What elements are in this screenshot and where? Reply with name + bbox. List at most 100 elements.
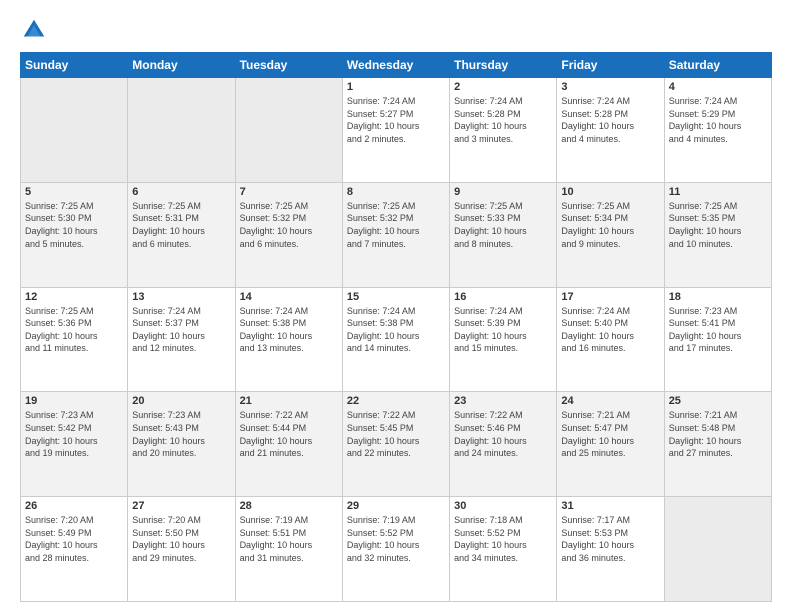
day-number: 19 bbox=[25, 395, 123, 407]
calendar-cell: 6Sunrise: 7:25 AM Sunset: 5:31 PM Daylig… bbox=[128, 182, 235, 287]
calendar-cell: 5 Sunrise: 7:25 AM Sunset: 5:30 PM Daylig… bbox=[21, 182, 128, 287]
day-number: 6 bbox=[132, 186, 230, 198]
day-info: Sunrise: 7:24 AM Sunset: 5:38 PM Dayligh… bbox=[347, 305, 445, 355]
calendar-cell: 17Sunrise: 7:24 AM Sunset: 5:40 PM Dayli… bbox=[557, 287, 664, 392]
calendar-cell: 25 Sunrise: 7:21 AM Sunset: 5:48 PM Dayli… bbox=[664, 392, 771, 497]
calendar-cell: 20 Sunrise: 7:23 AM Sunset: 5:43 PM Dayli… bbox=[128, 392, 235, 497]
day-number: 5 bbox=[25, 186, 123, 198]
calendar-cell bbox=[664, 497, 771, 602]
day-number: 28 bbox=[240, 500, 338, 512]
calendar-cell bbox=[235, 78, 342, 183]
header-day: Friday bbox=[557, 53, 664, 78]
calendar-week: 1Sunrise: 7:24 AM Sunset: 5:27 PM Daylig… bbox=[21, 78, 772, 183]
header-day: Monday bbox=[128, 53, 235, 78]
calendar-cell: 12Sunrise: 7:25 AM Sunset: 5:36 PM Dayli… bbox=[21, 287, 128, 392]
calendar-cell: 16 Sunrise: 7:24 AM Sunset: 5:39 PM Dayli… bbox=[450, 287, 557, 392]
calendar-week: 19 Sunrise: 7:23 AM Sunset: 5:42 PM Dayli… bbox=[21, 392, 772, 497]
calendar-cell: 1Sunrise: 7:24 AM Sunset: 5:27 PM Daylig… bbox=[342, 78, 449, 183]
calendar-cell: 29Sunrise: 7:19 AM Sunset: 5:52 PM Dayli… bbox=[342, 497, 449, 602]
calendar-body: 1Sunrise: 7:24 AM Sunset: 5:27 PM Daylig… bbox=[21, 78, 772, 602]
logo bbox=[20, 16, 52, 44]
day-number: 10 bbox=[561, 186, 659, 198]
day-info: Sunrise: 7:23 AM Sunset: 5:43 PM Dayligh… bbox=[132, 409, 230, 459]
header-day: Sunday bbox=[21, 53, 128, 78]
day-number: 31 bbox=[561, 500, 659, 512]
logo-icon bbox=[20, 16, 48, 44]
day-info: Sunrise: 7:21 AM Sunset: 5:48 PM Dayligh… bbox=[669, 409, 767, 459]
day-info: Sunrise: 7:24 AM Sunset: 5:38 PM Dayligh… bbox=[240, 305, 338, 355]
day-number: 26 bbox=[25, 500, 123, 512]
day-number: 25 bbox=[669, 395, 767, 407]
day-number: 13 bbox=[132, 291, 230, 303]
calendar: SundayMondayTuesdayWednesdayThursdayFrid… bbox=[20, 52, 772, 602]
day-info: Sunrise: 7:25 AM Sunset: 5:32 PM Dayligh… bbox=[347, 200, 445, 250]
day-number: 8 bbox=[347, 186, 445, 198]
header-day: Wednesday bbox=[342, 53, 449, 78]
calendar-cell: 11Sunrise: 7:25 AM Sunset: 5:35 PM Dayli… bbox=[664, 182, 771, 287]
calendar-cell: 26 Sunrise: 7:20 AM Sunset: 5:49 PM Dayli… bbox=[21, 497, 128, 602]
calendar-cell: 8 Sunrise: 7:25 AM Sunset: 5:32 PM Daylig… bbox=[342, 182, 449, 287]
day-number: 9 bbox=[454, 186, 552, 198]
day-number: 14 bbox=[240, 291, 338, 303]
day-info: Sunrise: 7:24 AM Sunset: 5:29 PM Dayligh… bbox=[669, 95, 767, 145]
day-info: Sunrise: 7:24 AM Sunset: 5:28 PM Dayligh… bbox=[454, 95, 552, 145]
header-day: Tuesday bbox=[235, 53, 342, 78]
calendar-cell: 7 Sunrise: 7:25 AM Sunset: 5:32 PM Daylig… bbox=[235, 182, 342, 287]
calendar-cell: 2 Sunrise: 7:24 AM Sunset: 5:28 PM Daylig… bbox=[450, 78, 557, 183]
calendar-cell: 21 Sunrise: 7:22 AM Sunset: 5:44 PM Dayli… bbox=[235, 392, 342, 497]
day-number: 7 bbox=[240, 186, 338, 198]
calendar-cell: 30Sunrise: 7:18 AM Sunset: 5:52 PM Dayli… bbox=[450, 497, 557, 602]
day-info: Sunrise: 7:24 AM Sunset: 5:28 PM Dayligh… bbox=[561, 95, 659, 145]
day-info: Sunrise: 7:17 AM Sunset: 5:53 PM Dayligh… bbox=[561, 514, 659, 564]
day-number: 22 bbox=[347, 395, 445, 407]
day-info: Sunrise: 7:22 AM Sunset: 5:45 PM Dayligh… bbox=[347, 409, 445, 459]
calendar-cell: 31 Sunrise: 7:17 AM Sunset: 5:53 PM Dayli… bbox=[557, 497, 664, 602]
day-number: 27 bbox=[132, 500, 230, 512]
header-day: Saturday bbox=[664, 53, 771, 78]
day-info: Sunrise: 7:22 AM Sunset: 5:46 PM Dayligh… bbox=[454, 409, 552, 459]
calendar-cell: 27 Sunrise: 7:20 AM Sunset: 5:50 PM Dayli… bbox=[128, 497, 235, 602]
header-row: SundayMondayTuesdayWednesdayThursdayFrid… bbox=[21, 53, 772, 78]
day-info: Sunrise: 7:23 AM Sunset: 5:41 PM Dayligh… bbox=[669, 305, 767, 355]
day-number: 3 bbox=[561, 81, 659, 93]
day-info: Sunrise: 7:25 AM Sunset: 5:32 PM Dayligh… bbox=[240, 200, 338, 250]
calendar-week: 5 Sunrise: 7:25 AM Sunset: 5:30 PM Daylig… bbox=[21, 182, 772, 287]
calendar-cell: 10Sunrise: 7:25 AM Sunset: 5:34 PM Dayli… bbox=[557, 182, 664, 287]
day-info: Sunrise: 7:25 AM Sunset: 5:30 PM Dayligh… bbox=[25, 200, 123, 250]
day-number: 23 bbox=[454, 395, 552, 407]
header-day: Thursday bbox=[450, 53, 557, 78]
day-info: Sunrise: 7:23 AM Sunset: 5:42 PM Dayligh… bbox=[25, 409, 123, 459]
calendar-cell: 28 Sunrise: 7:19 AM Sunset: 5:51 PM Dayli… bbox=[235, 497, 342, 602]
day-info: Sunrise: 7:19 AM Sunset: 5:52 PM Dayligh… bbox=[347, 514, 445, 564]
calendar-cell: 23 Sunrise: 7:22 AM Sunset: 5:46 PM Dayli… bbox=[450, 392, 557, 497]
calendar-week: 26 Sunrise: 7:20 AM Sunset: 5:49 PM Dayli… bbox=[21, 497, 772, 602]
day-number: 16 bbox=[454, 291, 552, 303]
day-number: 21 bbox=[240, 395, 338, 407]
header bbox=[20, 16, 772, 44]
day-info: Sunrise: 7:25 AM Sunset: 5:36 PM Dayligh… bbox=[25, 305, 123, 355]
calendar-cell: 19 Sunrise: 7:23 AM Sunset: 5:42 PM Dayli… bbox=[21, 392, 128, 497]
day-number: 17 bbox=[561, 291, 659, 303]
day-info: Sunrise: 7:19 AM Sunset: 5:51 PM Dayligh… bbox=[240, 514, 338, 564]
day-number: 20 bbox=[132, 395, 230, 407]
calendar-cell: 9Sunrise: 7:25 AM Sunset: 5:33 PM Daylig… bbox=[450, 182, 557, 287]
calendar-cell: 3 Sunrise: 7:24 AM Sunset: 5:28 PM Daylig… bbox=[557, 78, 664, 183]
calendar-cell bbox=[128, 78, 235, 183]
calendar-cell: 14 Sunrise: 7:24 AM Sunset: 5:38 PM Dayli… bbox=[235, 287, 342, 392]
day-info: Sunrise: 7:24 AM Sunset: 5:39 PM Dayligh… bbox=[454, 305, 552, 355]
day-number: 4 bbox=[669, 81, 767, 93]
calendar-cell bbox=[21, 78, 128, 183]
page: SundayMondayTuesdayWednesdayThursdayFrid… bbox=[0, 0, 792, 612]
day-info: Sunrise: 7:20 AM Sunset: 5:50 PM Dayligh… bbox=[132, 514, 230, 564]
day-info: Sunrise: 7:21 AM Sunset: 5:47 PM Dayligh… bbox=[561, 409, 659, 459]
day-info: Sunrise: 7:22 AM Sunset: 5:44 PM Dayligh… bbox=[240, 409, 338, 459]
day-number: 2 bbox=[454, 81, 552, 93]
day-number: 11 bbox=[669, 186, 767, 198]
calendar-cell: 4 Sunrise: 7:24 AM Sunset: 5:29 PM Daylig… bbox=[664, 78, 771, 183]
calendar-cell: 15Sunrise: 7:24 AM Sunset: 5:38 PM Dayli… bbox=[342, 287, 449, 392]
calendar-cell: 13Sunrise: 7:24 AM Sunset: 5:37 PM Dayli… bbox=[128, 287, 235, 392]
calendar-header: SundayMondayTuesdayWednesdayThursdayFrid… bbox=[21, 53, 772, 78]
day-number: 1 bbox=[347, 81, 445, 93]
calendar-cell: 18Sunrise: 7:23 AM Sunset: 5:41 PM Dayli… bbox=[664, 287, 771, 392]
day-info: Sunrise: 7:20 AM Sunset: 5:49 PM Dayligh… bbox=[25, 514, 123, 564]
